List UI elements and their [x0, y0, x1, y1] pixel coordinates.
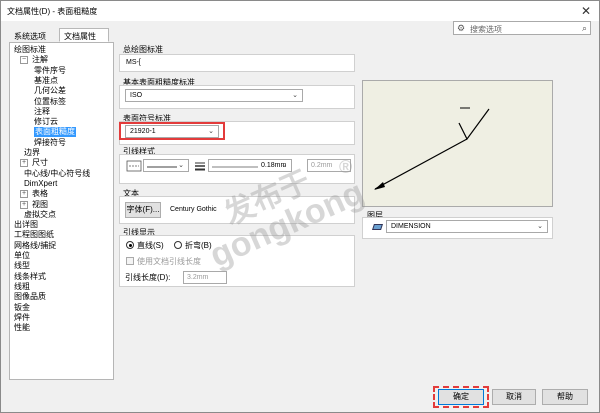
bent-radio[interactable] — [174, 241, 182, 249]
layer-value: DIMENSION — [391, 223, 431, 230]
ok-highlight-outline — [433, 386, 489, 408]
tree-item[interactable]: 注释 — [34, 107, 50, 117]
use-doc-length-checkbox — [126, 257, 134, 265]
tree-item[interactable]: 网格线/捕捉 — [14, 241, 56, 251]
tree-item[interactable]: 焊接符号 — [34, 138, 66, 148]
overall-standard-value: MS-[ — [126, 59, 141, 66]
cancel-button[interactable]: 取消 — [492, 389, 536, 405]
tree-item[interactable]: 几何公差 — [34, 86, 66, 96]
tree-item[interactable]: 表面粗糙度 — [34, 127, 76, 138]
tree-expander-icon[interactable]: + — [20, 159, 28, 168]
line-style-icon — [126, 160, 142, 172]
tree-item[interactable]: 线条样式 — [14, 272, 46, 282]
layer-select[interactable]: DIMENSION ⌄ — [386, 220, 548, 233]
tree-item[interactable]: 图像品质 — [14, 292, 46, 302]
search-placeholder: 搜索选项 — [470, 25, 502, 34]
tree-item[interactable]: 零件序号 — [34, 66, 66, 76]
tree-item[interactable]: 视图 — [32, 200, 48, 210]
tree-expander-icon[interactable]: + — [20, 200, 28, 209]
straight-radio-label: 直线(S) — [137, 241, 164, 250]
solid-line-icon — [147, 166, 177, 168]
tree-item[interactable]: 单位 — [14, 251, 30, 261]
tab-system-options[interactable]: 系统选项(S) — [9, 28, 57, 51]
tree-item[interactable]: 位置标签 — [34, 97, 66, 107]
window-title: 文档属性(D) - 表面粗糙度 — [7, 7, 98, 16]
tree-item[interactable]: 修订云 — [34, 117, 58, 127]
options-tree[interactable]: 绘图标准 − 注解 零件序号 基准点 几何公差 位置标签 注释 修订云 表面粗糙度 焊接符号 边界 + 尺… — [9, 42, 114, 380]
close-icon[interactable]: ✕ — [581, 4, 591, 18]
tree-expander-icon[interactable]: + — [20, 190, 28, 199]
chevron-down-icon: ⌄ — [292, 92, 298, 99]
base-standard-select[interactable]: ISO ⌄ — [125, 89, 303, 102]
watermark-registered: ® — [339, 157, 353, 177]
overall-standard-box: MS-[ — [119, 54, 355, 72]
leader-length-label: 引线长度(D): — [125, 273, 171, 282]
thin-line-icon — [212, 166, 258, 168]
tree-item[interactable]: 出详图 — [14, 220, 38, 230]
tree-item[interactable]: 绘图标准 — [14, 45, 46, 55]
tree-item[interactable]: 注解 — [32, 55, 48, 65]
tree-item[interactable]: 线粗 — [14, 282, 30, 292]
tab-document-properties[interactable]: 文档属性(D) — [59, 28, 109, 51]
search-input[interactable]: ⚙ 搜索选项 ⌕ — [453, 21, 591, 35]
straight-radio[interactable] — [126, 241, 134, 249]
line-style-select[interactable]: ⌄ — [143, 159, 189, 172]
tree-item[interactable]: 中心线/中心符号线 — [24, 169, 90, 179]
tree-item[interactable]: 表格 — [32, 189, 48, 199]
tree-item[interactable]: 线型 — [14, 261, 30, 271]
tree-item[interactable]: 钣金 — [14, 303, 30, 313]
search-icon[interactable]: ⌕ — [582, 23, 587, 34]
tree-expander-icon[interactable]: − — [20, 56, 28, 65]
document-properties-dialog: 文档属性(D) - 表面粗糙度 ✕ 系统选项(S) 文档属性(D) ⚙ 搜索选项… — [0, 0, 600, 413]
tree-item[interactable]: 边界 — [24, 148, 40, 158]
surface-symbol-preview-drawing — [374, 107, 490, 190]
use-doc-length-label: 使用文档引线长度 — [137, 257, 201, 266]
help-button[interactable]: 帮助 — [542, 389, 588, 405]
tree-item[interactable]: 基准点 — [34, 76, 58, 86]
tree-item[interactable]: 性能 — [14, 323, 30, 333]
chevron-down-icon: ⌄ — [178, 162, 184, 169]
chevron-down-icon: ⌄ — [537, 223, 543, 230]
base-standard-value: ISO — [130, 92, 143, 99]
tree-item[interactable]: 虚拟交点 — [24, 210, 56, 220]
line-thickness-icon — [195, 162, 205, 171]
font-button[interactable]: 字体(F)... — [125, 202, 161, 218]
tree-item[interactable]: DimXpert — [24, 179, 57, 189]
tree-item[interactable]: 尺寸 — [32, 158, 48, 168]
highlight-outline — [119, 122, 225, 140]
title-bar: 文档属性(D) - 表面粗糙度 ✕ — [1, 1, 599, 21]
gear-icon[interactable]: ⚙ — [457, 23, 465, 34]
tree-item[interactable]: 焊件 — [14, 313, 30, 323]
symbol-preview — [362, 80, 553, 207]
tree-item[interactable]: 工程图图纸 — [14, 230, 54, 240]
font-name: Century Gothic — [170, 206, 217, 213]
